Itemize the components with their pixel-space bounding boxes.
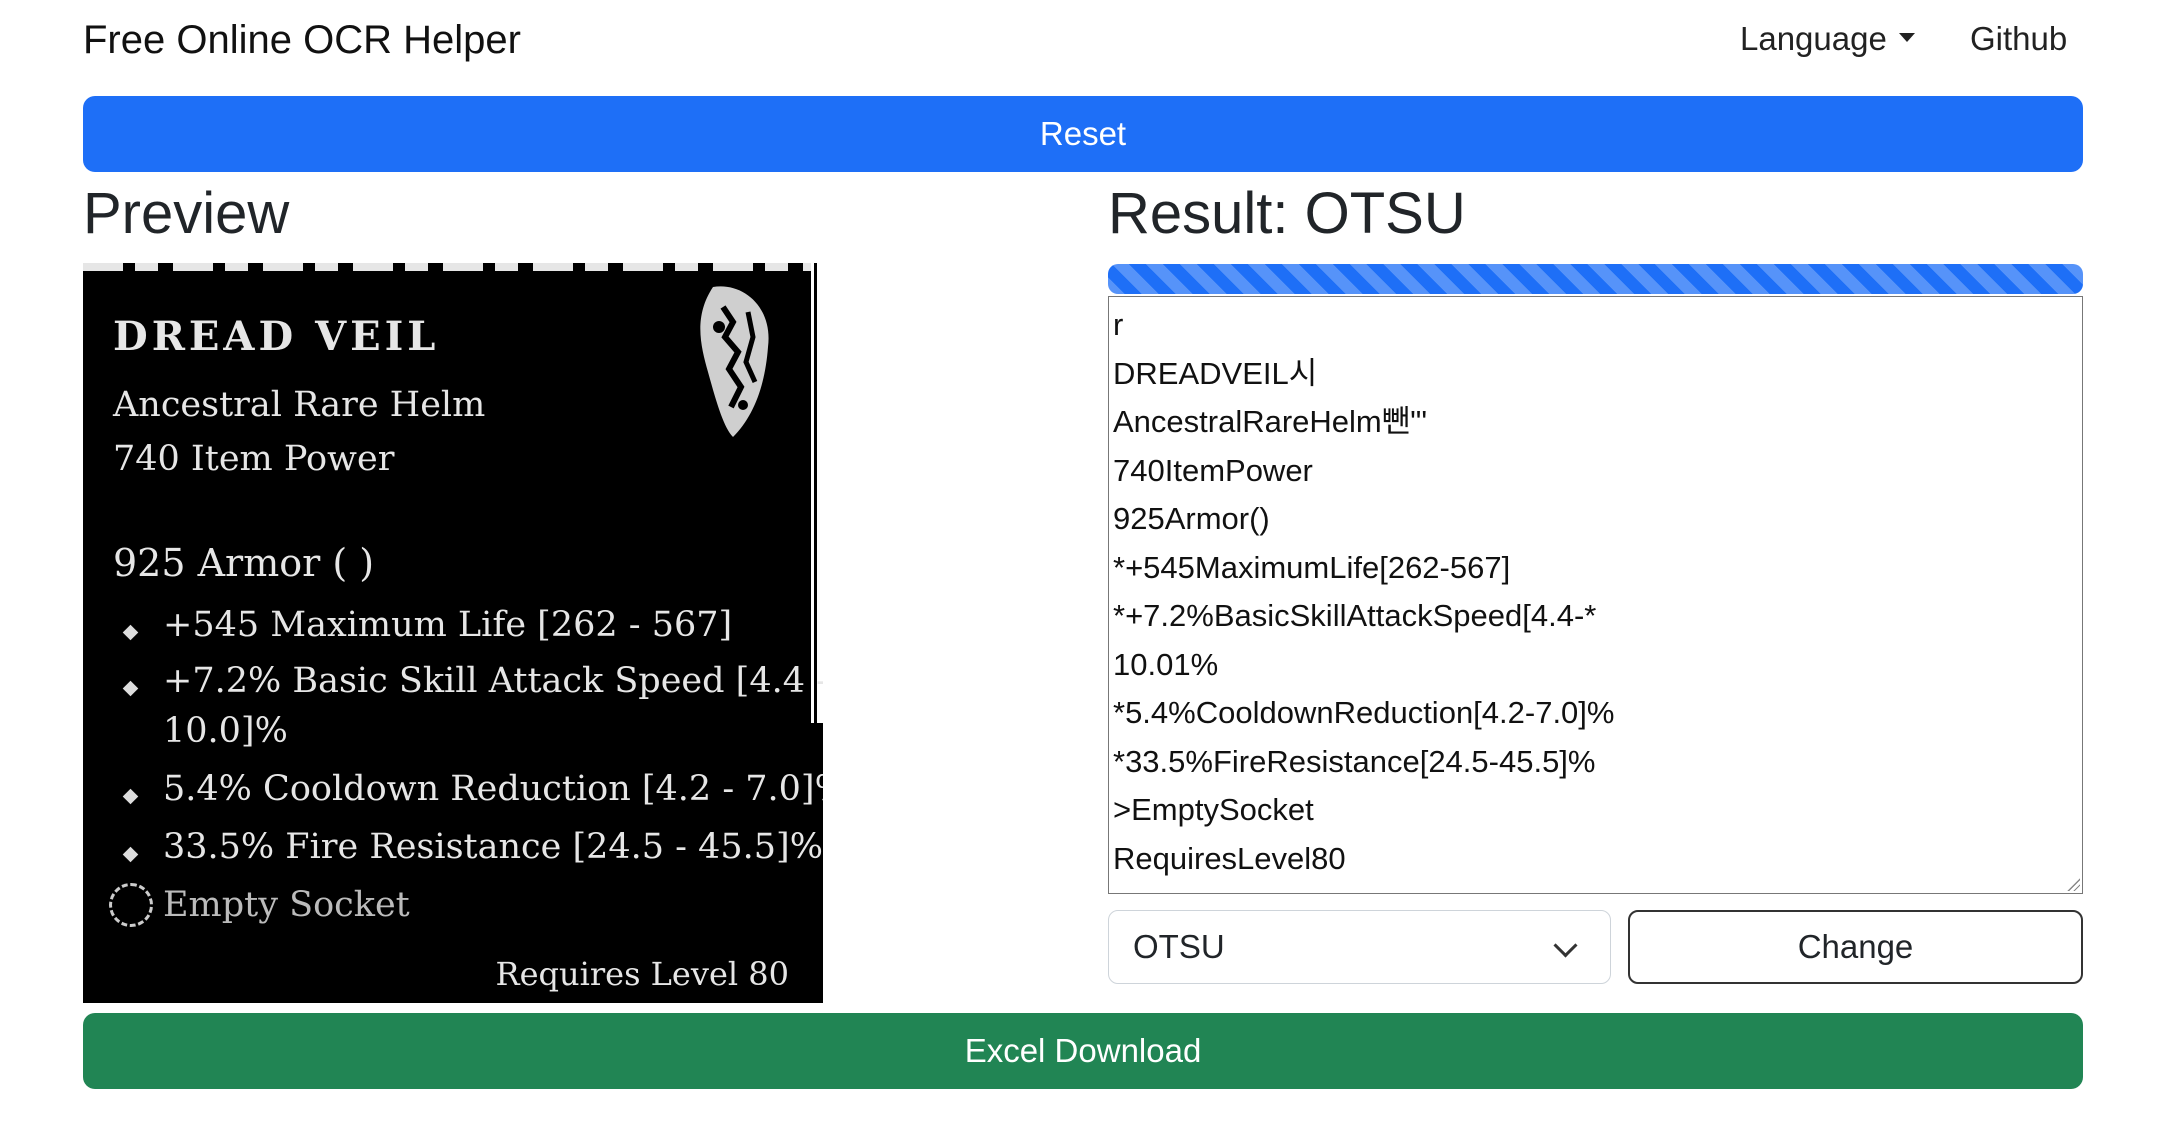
item-attribute: +545 Maximum Life [262 - 567] <box>163 605 733 645</box>
image-border-strip <box>814 263 817 1003</box>
bullet-icon <box>122 846 139 863</box>
bullet-icon <box>122 788 139 805</box>
socket-icon <box>109 883 153 927</box>
helm-icon <box>700 286 769 437</box>
result-textarea[interactable]: r DREADVEIL시 AncestralRareHelm뺀"' 740Ite… <box>1108 296 2083 894</box>
item-requirement: Requires Level 80 <box>495 955 789 993</box>
bullet-icon <box>122 680 139 697</box>
item-title: DREAD VEIL <box>113 313 440 360</box>
item-type: Ancestral Rare Helm <box>113 385 486 425</box>
bullet-icon <box>122 624 139 641</box>
item-attribute: +7.2% Basic Skill Attack Speed [4.4 - <box>163 661 823 701</box>
page: Free Online OCR Helper Language Github R… <box>0 0 2166 1130</box>
chevron-down-icon <box>1553 933 1578 958</box>
image-border-strip <box>811 263 823 723</box>
image-border-strip <box>83 263 823 271</box>
excel-download-button[interactable]: Excel Download <box>83 1013 2083 1089</box>
reset-button[interactable]: Reset <box>83 96 2083 172</box>
item-attribute: 33.5% Fire Resistance [24.5 - 45.5]% <box>163 827 823 867</box>
progress-bar <box>1108 264 2083 294</box>
language-dropdown[interactable]: Language <box>1740 20 1915 58</box>
item-armor: 925 Armor ( ) <box>113 541 375 585</box>
method-select-value: OTSU <box>1133 928 1225 965</box>
caret-down-icon <box>1898 32 1915 42</box>
method-select[interactable]: OTSU <box>1108 910 1611 984</box>
preview-image: DREAD VEIL Ancestral Rare Helm 740 Item … <box>83 263 823 1003</box>
result-heading: Result: OTSU <box>1108 181 1466 246</box>
item-socket: Empty Socket <box>163 885 410 925</box>
preview-heading: Preview <box>83 181 290 246</box>
item-attribute: 10.0]% <box>163 711 288 751</box>
github-link[interactable]: Github <box>1970 20 2067 58</box>
item-attribute: 5.4% Cooldown Reduction [4.2 - 7.0]% <box>163 769 823 809</box>
change-button[interactable]: Change <box>1628 910 2083 984</box>
resize-handle-icon[interactable] <box>2066 877 2080 891</box>
navbar-brand[interactable]: Free Online OCR Helper <box>83 18 521 63</box>
item-power: 740 Item Power <box>113 439 395 479</box>
language-label: Language <box>1740 20 1887 57</box>
